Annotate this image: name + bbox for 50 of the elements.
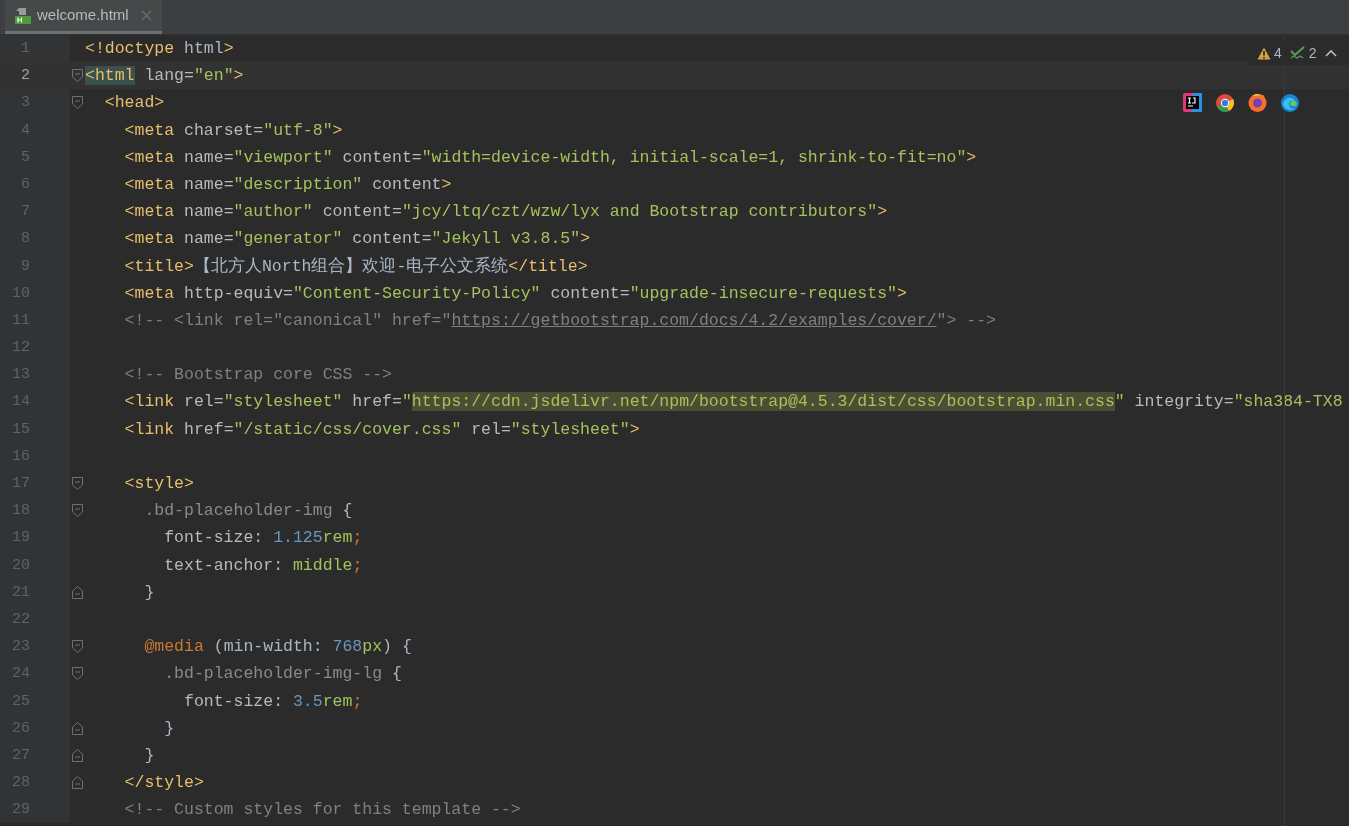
code-line: <style> xyxy=(123,473,194,495)
code-line: <meta http-equiv="Content-Security-Policy" content="upgrade-insecure-requests"> xyxy=(123,282,907,305)
code-line: <head> xyxy=(103,92,165,115)
fold-marker-icon[interactable] xyxy=(72,585,83,599)
code-line: <html lang="en"> xyxy=(85,65,244,88)
code-line: .bd-placeholder-img-lg { xyxy=(163,663,402,686)
file-tab[interactable]: welcome.html xyxy=(5,0,162,34)
code-line: <!-- Bootstrap core CSS --> xyxy=(123,364,392,387)
code-line: font-size: 3.5rem; xyxy=(183,690,363,713)
logo-icon[interactable] xyxy=(1281,93,1299,112)
fold-marker-icon[interactable] xyxy=(72,96,83,110)
code-line: <!-- Custom styles for this template --> xyxy=(123,799,521,822)
code-line: <!-- <link rel="canonical" href="https://getbootstrap.com/docs/4.2/examples/cover/"> --> xyxy=(123,309,996,332)
logo-icon[interactable] xyxy=(1248,93,1267,112)
code-line: <link rel="stylesheet" href="https://cdn.jsdelivr.net/npm/bootstrap@4.5.3/dist/css/bootstrap.min.css" integrity="sha384-TX8 xyxy=(123,391,1343,414)
code-line: .bd-placeholder-img { xyxy=(143,500,353,523)
code-line: } xyxy=(143,744,155,767)
code-line: <link href="/static/css/cover.css" rel="stylesheet"> xyxy=(123,418,640,441)
code-line: <meta name="author" content="jcy/ltq/czt/wzw/lyx and Bootstrap contributors"> xyxy=(123,201,888,224)
fold-marker-icon[interactable] xyxy=(72,748,83,762)
tab-label: welcome.html xyxy=(37,5,129,26)
code-line: font-size: 1.125rem; xyxy=(163,527,363,550)
code-line: <meta name="description" content> xyxy=(123,173,452,196)
fold-marker-icon[interactable] xyxy=(72,477,83,491)
code-line: <meta name="viewport" content="width=device-width, initial-scale=1, shrink-to-fit=no"> xyxy=(123,146,977,169)
code-line: </style> xyxy=(123,772,204,795)
code-line: @media (min-width: 768px) { xyxy=(143,636,412,659)
code-line: <title>【北方人North组合】欢迎-电子公文系统</title> xyxy=(123,255,588,278)
fold-marker-icon[interactable] xyxy=(72,667,83,681)
logo-icon[interactable] xyxy=(1183,93,1202,112)
code-line: text-anchor: middle; xyxy=(163,554,363,577)
fold-marker-icon[interactable] xyxy=(72,69,83,83)
caret-up-icon[interactable] xyxy=(1324,49,1337,57)
fold-marker-icon[interactable] xyxy=(72,640,83,654)
html-file-icon xyxy=(15,6,31,25)
close-icon[interactable] xyxy=(140,10,152,21)
warning-icon xyxy=(1257,46,1271,60)
fold-marker-icon[interactable] xyxy=(72,776,83,790)
double-check-icon xyxy=(1289,46,1306,60)
code-line: <!doctype html> xyxy=(85,38,234,60)
line-number: 2 xyxy=(20,66,31,87)
fold-marker-icon[interactable] xyxy=(72,721,83,735)
problem-count[interactable]: 4 xyxy=(1274,42,1282,64)
logo-icon[interactable] xyxy=(1216,93,1234,112)
code-line: } xyxy=(143,581,155,604)
code-line: <meta name="generator" content="Jekyll v3.8.5"> xyxy=(123,228,591,251)
code-line: } xyxy=(163,717,175,740)
fold-marker-icon[interactable] xyxy=(72,504,83,518)
code-line: <meta charset="utf-8"> xyxy=(123,119,343,142)
problem-count[interactable]: 2 xyxy=(1308,42,1317,64)
